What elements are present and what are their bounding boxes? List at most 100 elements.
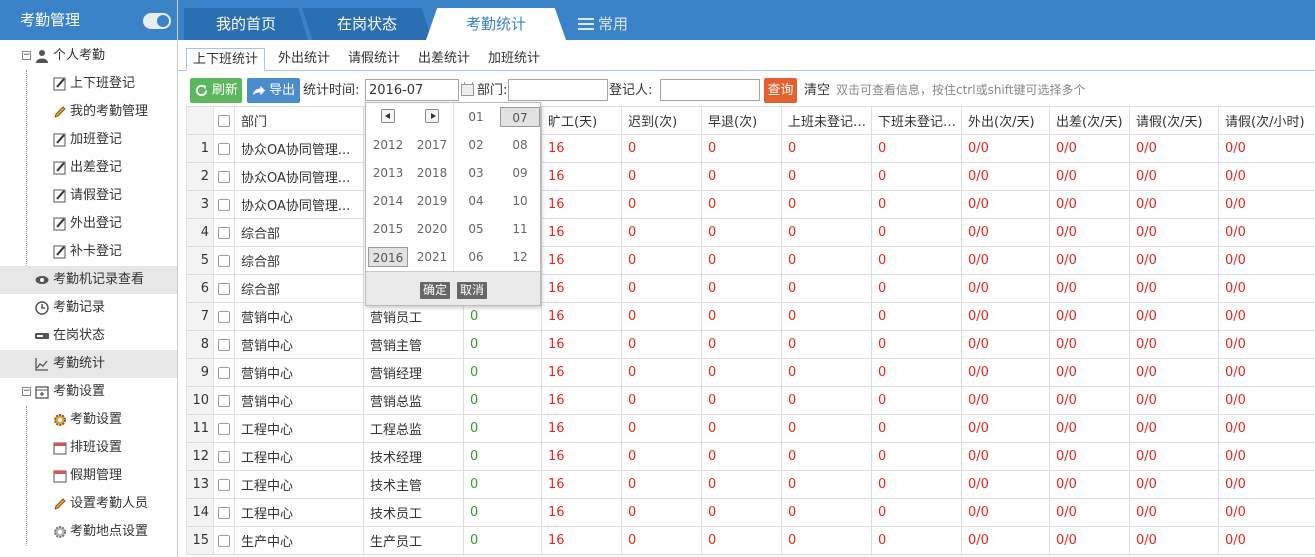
- sidebar-item-my-attendance[interactable]: 我的考勤管理: [0, 98, 177, 126]
- column-header[interactable]: 早退(次): [701, 106, 782, 135]
- sidebar-item-statistics[interactable]: 考勤统计: [0, 350, 177, 378]
- collapse-icon[interactable]: −: [22, 387, 31, 396]
- prev-years-button[interactable]: [381, 109, 395, 123]
- row-checkbox[interactable]: [213, 246, 235, 275]
- subtab-checkin-stats[interactable]: 上下班统计: [186, 48, 266, 71]
- table-row[interactable]: 10 营销中心 营销总监 0 16 0 0 0 0 0/0 0/0 0/0 0/0: [186, 386, 1315, 415]
- table-row[interactable]: 1 协众OA协同管理... 16 0 0 0 0 0/0 0/0 0/0 0/0: [186, 134, 1315, 163]
- table-row[interactable]: 4 综合部 16 0 0 0 0 0/0 0/0 0/0 0/0: [186, 218, 1315, 247]
- tab-statistics[interactable]: 考勤统计: [426, 8, 566, 40]
- subtab-trip-stats[interactable]: 出差统计: [412, 48, 476, 71]
- picker-ok-button[interactable]: 确定: [420, 282, 451, 299]
- sidebar-item-attendance-settings[interactable]: 考勤设置: [0, 406, 177, 434]
- sidebar-item-machine-records[interactable]: 考勤机记录查看: [0, 266, 177, 294]
- table-row[interactable]: 11 工程中心 工程总监 0 16 0 0 0 0 0/0 0/0 0/0 0/0: [186, 414, 1315, 443]
- export-button[interactable]: 导出: [247, 78, 300, 103]
- row-checkbox[interactable]: [213, 162, 235, 191]
- month-cell[interactable]: 04: [456, 191, 496, 211]
- month-cell[interactable]: 05: [456, 219, 496, 239]
- table-row[interactable]: 8 营销中心 营销主管 0 16 0 0 0 0 0/0 0/0 0/0 0/0: [186, 330, 1315, 359]
- calendar-icon[interactable]: [461, 82, 474, 96]
- sidebar-item-on-duty[interactable]: 在岗状态: [0, 322, 177, 350]
- column-header[interactable]: 出差(次/天): [1049, 106, 1130, 135]
- row-checkbox[interactable]: [213, 414, 235, 443]
- table-row[interactable]: 7 营销中心 营销员工 0 16 0 0 0 0 0/0 0/0 0/0 0/0: [186, 302, 1315, 331]
- period-input[interactable]: [365, 79, 459, 101]
- row-checkbox[interactable]: [213, 302, 235, 331]
- month-cell[interactable]: 03: [456, 163, 496, 183]
- sidebar-group-personal[interactable]: − 个人考勤: [0, 42, 177, 70]
- row-checkbox[interactable]: [213, 470, 235, 499]
- year-cell[interactable]: 2013: [368, 163, 408, 183]
- year-cell[interactable]: 2021: [412, 247, 452, 267]
- picker-cancel-button[interactable]: 取消: [457, 282, 488, 299]
- sidebar-item-makeup-punch[interactable]: 补卡登记: [0, 238, 177, 266]
- year-cell[interactable]: 2019: [412, 191, 452, 211]
- year-cell[interactable]: 2020: [412, 219, 452, 239]
- sidebar-item-trip[interactable]: 出差登记: [0, 154, 177, 182]
- month-cell-selected[interactable]: 07: [500, 107, 540, 127]
- next-years-button[interactable]: [425, 109, 439, 123]
- column-header[interactable]: 上班未登记(次): [781, 106, 872, 135]
- sidebar-item-outing[interactable]: 外出登记: [0, 210, 177, 238]
- table-row[interactable]: 13 工程中心 技术主管 0 16 0 0 0 0 0/0 0/0 0/0 0/0: [186, 470, 1315, 499]
- sidebar-item-holidays[interactable]: 假期管理: [0, 462, 177, 490]
- column-header[interactable]: 外出(次/天): [961, 106, 1050, 135]
- column-header[interactable]: 部门: [234, 106, 364, 135]
- row-checkbox[interactable]: [213, 134, 235, 163]
- month-cell[interactable]: 08: [500, 135, 540, 155]
- select-all-checkbox[interactable]: [213, 106, 235, 135]
- month-cell[interactable]: 10: [500, 191, 540, 211]
- query-button[interactable]: 查询: [764, 78, 797, 103]
- month-cell[interactable]: 09: [500, 163, 540, 183]
- tab-on-duty[interactable]: 在岗状态: [302, 8, 432, 40]
- sidebar-item-checkin[interactable]: 上下班登记: [0, 70, 177, 98]
- sidebar-item-leave[interactable]: 请假登记: [0, 182, 177, 210]
- table-row[interactable]: 5 综合部 16 0 0 0 0 0/0 0/0 0/0 0/0: [186, 246, 1315, 275]
- column-header[interactable]: 请假(次/天): [1129, 106, 1219, 135]
- column-header[interactable]: 旷工(天): [541, 106, 622, 135]
- month-cell[interactable]: 06: [456, 247, 496, 267]
- row-checkbox[interactable]: [213, 190, 235, 219]
- table-row[interactable]: 14 工程中心 技术员工 0 16 0 0 0 0 0/0 0/0 0/0 0/0: [186, 498, 1315, 527]
- tab-common[interactable]: 常用: [578, 8, 642, 40]
- subtab-leave-stats[interactable]: 请假统计: [342, 48, 406, 71]
- sidebar-item-locations[interactable]: 考勤地点设置: [0, 518, 177, 546]
- month-cell[interactable]: 12: [500, 247, 540, 267]
- table-row[interactable]: 2 协众OA协同管理... 16 0 0 0 0 0/0 0/0 0/0 0/0: [186, 162, 1315, 191]
- table-row[interactable]: 6 综合部 16 0 0 0 0 0/0 0/0 0/0 0/0: [186, 274, 1315, 303]
- row-checkbox[interactable]: [213, 498, 235, 527]
- sidebar-item-overtime[interactable]: 加班登记: [0, 126, 177, 154]
- row-checkbox[interactable]: [213, 386, 235, 415]
- collapse-icon[interactable]: −: [22, 51, 31, 60]
- column-header[interactable]: 下班未登记(次): [871, 106, 962, 135]
- table-row[interactable]: 15 生产中心 生产员工 0 16 0 0 0 0 0/0 0/0 0/0 0/0: [186, 526, 1315, 555]
- refresh-button[interactable]: 刷新: [190, 78, 242, 103]
- row-checkbox[interactable]: [213, 274, 235, 303]
- table-row[interactable]: 12 工程中心 技术经理 0 16 0 0 0 0 0/0 0/0 0/0 0/0: [186, 442, 1315, 471]
- year-cell-selected[interactable]: 2016: [368, 247, 408, 267]
- sidebar-item-records[interactable]: 考勤记录: [0, 294, 177, 322]
- year-cell[interactable]: 2017: [412, 135, 452, 155]
- clear-link[interactable]: 清空: [804, 78, 830, 103]
- registrant-input[interactable]: [660, 79, 760, 101]
- sidebar-toggle[interactable]: [143, 13, 171, 29]
- row-checkbox[interactable]: [213, 358, 235, 387]
- column-header[interactable]: 请假(次/小时): [1218, 106, 1315, 135]
- row-checkbox[interactable]: [213, 442, 235, 471]
- year-cell[interactable]: 2015: [368, 219, 408, 239]
- sidebar-item-set-personnel[interactable]: 设置考勤人员: [0, 490, 177, 518]
- row-checkbox[interactable]: [213, 526, 235, 555]
- table-row[interactable]: 9 营销中心 营销经理 0 16 0 0 0 0 0/0 0/0 0/0 0/0: [186, 358, 1315, 387]
- sidebar-item-shift-settings[interactable]: 排班设置: [0, 434, 177, 462]
- subtab-overtime-stats[interactable]: 加班统计: [482, 48, 546, 71]
- table-row[interactable]: 3 协众OA协同管理... 16 0 0 0 0 0/0 0/0 0/0 0/0: [186, 190, 1315, 219]
- year-cell[interactable]: 2018: [412, 163, 452, 183]
- tab-home[interactable]: 我的首页: [184, 8, 308, 40]
- month-cell[interactable]: 01: [456, 107, 496, 127]
- subtab-outing-stats[interactable]: 外出统计: [272, 48, 336, 71]
- column-header[interactable]: 迟到(次): [621, 106, 702, 135]
- month-cell[interactable]: 02: [456, 135, 496, 155]
- year-cell[interactable]: 2014: [368, 191, 408, 211]
- row-checkbox[interactable]: [213, 330, 235, 359]
